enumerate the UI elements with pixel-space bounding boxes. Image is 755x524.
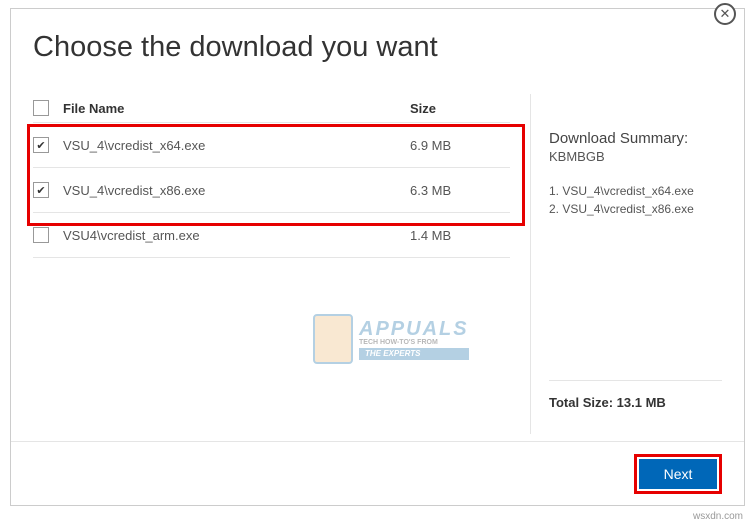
download-dialog: ✕ Choose the download you want File Name… [10, 8, 745, 506]
summary-item: 1. VSU_4\vcredist_x64.exe [549, 182, 722, 200]
file-size: 6.3 MB [410, 183, 510, 198]
watermark-brand: APPUALS [359, 319, 469, 339]
watermark-mascot-icon [313, 314, 353, 364]
header-size: Size [410, 101, 510, 116]
header-checkbox-cell [33, 100, 63, 116]
watermark-tag2: THE EXPERTS [359, 348, 469, 360]
header-filename: File Name [63, 101, 410, 116]
summary-item: 2. VSU_4\vcredist_x86.exe [549, 200, 722, 218]
summary-list: 1. VSU_4\vcredist_x64.exe 2. VSU_4\vcred… [549, 182, 722, 218]
row-checkbox-cell [33, 137, 63, 153]
file-checkbox[interactable] [33, 137, 49, 153]
watermark: APPUALS TECH HOW-TO'S FROM THE EXPERTS [313, 314, 469, 364]
file-checkbox[interactable] [33, 182, 49, 198]
watermark-tag1: TECH HOW-TO'S FROM [359, 339, 469, 346]
select-all-checkbox[interactable] [33, 100, 49, 116]
close-icon[interactable]: ✕ [714, 3, 736, 25]
file-size: 6.9 MB [410, 138, 510, 153]
source-mark: wsxdn.com [693, 511, 743, 522]
summary-total: Total Size: 13.1 MB [549, 380, 722, 434]
summary-title: Download Summary: [549, 130, 722, 147]
row-checkbox-cell [33, 182, 63, 198]
row-checkbox-cell [33, 227, 63, 243]
highlight-next-button: Next [634, 454, 722, 494]
file-name: VSU_4\vcredist_x86.exe [63, 183, 410, 198]
table-header: File Name Size [33, 94, 510, 123]
dialog-footer: Next [11, 441, 744, 505]
file-name: VSU_4\vcredist_x64.exe [63, 138, 410, 153]
file-checkbox[interactable] [33, 227, 49, 243]
table-row: VSU4\vcredist_arm.exe 1.4 MB [33, 213, 510, 258]
table-row: VSU_4\vcredist_x64.exe 6.9 MB [33, 123, 510, 168]
next-button[interactable]: Next [639, 459, 717, 489]
summary-panel: Download Summary: KBMBGB 1. VSU_4\vcredi… [530, 94, 722, 434]
table-row: VSU_4\vcredist_x86.exe 6.3 MB [33, 168, 510, 213]
file-table: File Name Size VSU_4\vcredist_x64.exe 6.… [33, 94, 510, 258]
summary-subtitle: KBMBGB [549, 149, 722, 164]
file-name: VSU4\vcredist_arm.exe [63, 228, 410, 243]
dialog-content: File Name Size VSU_4\vcredist_x64.exe 6.… [11, 64, 744, 434]
file-size: 1.4 MB [410, 228, 510, 243]
file-list-panel: File Name Size VSU_4\vcredist_x64.exe 6.… [33, 94, 510, 434]
dialog-title: Choose the download you want [11, 9, 744, 64]
